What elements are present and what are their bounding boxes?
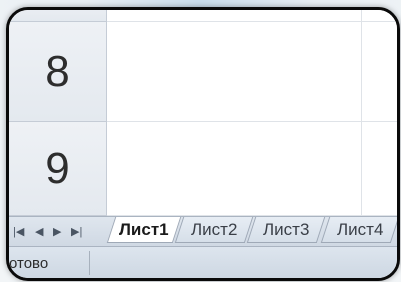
tab-sheet-2[interactable]: Лист2 xyxy=(174,217,254,243)
tab-sheet-4-label: Лист4 xyxy=(336,219,384,239)
cell-b7[interactable] xyxy=(362,10,397,22)
sheet-tab-bar: |◀ ◀ ▶ ▶| Лист1 Лист2 Лист3 Лист4 xyxy=(9,216,397,247)
status-text: отово xyxy=(9,255,49,272)
last-sheet-icon[interactable]: ▶| xyxy=(71,226,82,238)
tab-sheet-2-label: Лист2 xyxy=(190,219,238,239)
cell-b9[interactable] xyxy=(362,122,397,216)
cell-a7[interactable] xyxy=(107,10,362,22)
tab-sheet-1[interactable]: Лист1 xyxy=(106,217,182,243)
row-header-9[interactable]: 9 xyxy=(9,122,107,216)
sheet-grid: 8 9 xyxy=(9,10,397,216)
cell-b8[interactable] xyxy=(362,22,397,122)
spreadsheet-window-zoomed: 8 9 |◀ ◀ ▶ ▶| Лист1 Лист2 Лист3 Лист4 от… xyxy=(6,7,400,281)
prev-sheet-icon[interactable]: ◀ xyxy=(35,226,43,238)
row-header-7[interactable] xyxy=(9,10,107,22)
row-header-8[interactable]: 8 xyxy=(9,22,107,122)
tab-sheet-4[interactable]: Лист4 xyxy=(320,217,397,243)
status-bar: отово xyxy=(9,246,397,278)
next-sheet-icon[interactable]: ▶ xyxy=(53,226,61,238)
tab-sheet-3[interactable]: Лист3 xyxy=(246,217,326,243)
tab-sheet-1-label: Лист1 xyxy=(119,219,169,239)
first-sheet-icon[interactable]: |◀ xyxy=(13,226,24,238)
status-divider xyxy=(89,251,90,275)
cell-a9[interactable] xyxy=(107,122,362,216)
tab-sheet-3-label: Лист3 xyxy=(262,219,310,239)
cell-a8[interactable] xyxy=(107,22,362,122)
